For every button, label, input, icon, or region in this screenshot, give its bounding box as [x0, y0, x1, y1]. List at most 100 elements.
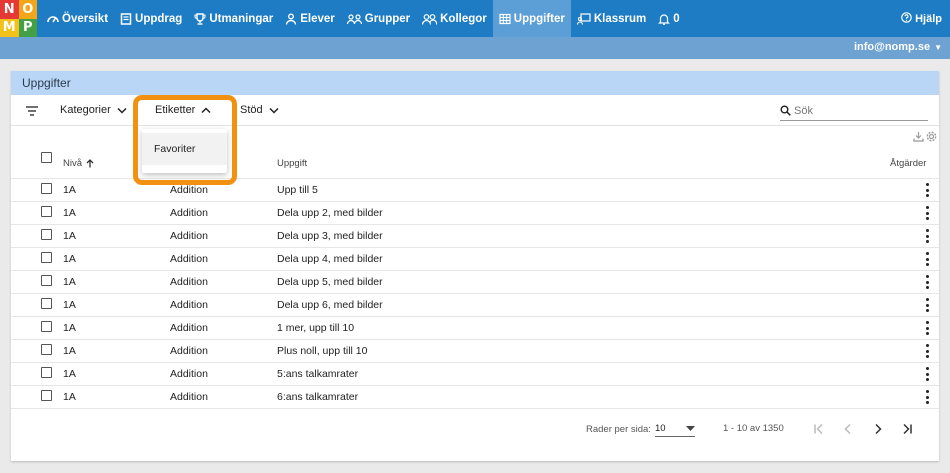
table-row[interactable]: 1A Addition 1 mer, upp till 10	[11, 317, 939, 340]
table-row[interactable]: 1A Addition Plus noll, upp till 10	[11, 340, 939, 363]
menu-item-favoriter[interactable]: Favoriter	[142, 133, 227, 165]
nav-item-notifications[interactable]: 0	[652, 0, 685, 37]
table-row[interactable]: 1A Addition 5:ans talkamrater	[11, 363, 939, 386]
stod-dropdown[interactable]: Stöd	[240, 104, 279, 116]
help-icon	[901, 11, 912, 26]
row-category: Addition	[170, 345, 208, 357]
row-category: Addition	[170, 184, 208, 196]
search-field[interactable]	[780, 101, 928, 121]
nav-item-utmaningar[interactable]: Utmaningar	[188, 0, 279, 37]
more-options-icon[interactable]	[926, 344, 930, 358]
row-task: 5:ans talkamrater	[277, 368, 359, 380]
more-options-icon[interactable]	[926, 321, 930, 335]
nav-item-label: Klassrum	[593, 12, 647, 25]
table-row[interactable]: 1A Addition Dela upp 3, med bilder	[11, 225, 939, 248]
more-options-icon[interactable]	[926, 206, 930, 220]
table-tools	[913, 131, 939, 142]
nav-item-klassrum[interactable]: Klassrum	[571, 0, 652, 37]
row-category: Addition	[170, 322, 208, 334]
caret-down-icon: ▼	[934, 42, 942, 52]
row-level: 1A	[63, 368, 76, 380]
nomp-logo[interactable]: N O M P	[0, 0, 37, 37]
nav-item-label: Uppdrag	[135, 12, 183, 25]
table-row[interactable]: 1A Addition 6:ans talkamrater	[11, 386, 939, 409]
colleagues-icon	[422, 13, 438, 25]
pagination: Rader per sida: 10 1 - 10 av 1350	[11, 416, 939, 444]
user-bar: info@nomp.se ▼	[0, 37, 950, 59]
row-level: 1A	[63, 391, 76, 403]
nav-item-label: Utmaningar	[209, 12, 274, 25]
etiketter-dropdown[interactable]: Etiketter	[155, 104, 211, 116]
row-level: 1A	[63, 345, 76, 357]
nav-item-elever[interactable]: Elever	[279, 0, 341, 37]
more-options-icon[interactable]	[926, 390, 930, 404]
gear-icon[interactable]	[926, 131, 937, 142]
nav-item-kollegor[interactable]: Kollegor	[416, 0, 493, 37]
last-page-icon[interactable]	[899, 421, 915, 437]
help-label: Hjälp	[915, 12, 942, 25]
stod-label: Stöd	[240, 104, 263, 116]
kategorier-dropdown[interactable]: Kategorier	[60, 104, 127, 116]
table-row[interactable]: 1A Addition Dela upp 6, med bilder	[11, 294, 939, 317]
rows-per-page-select[interactable]: 10	[655, 421, 695, 437]
more-options-icon[interactable]	[926, 298, 930, 312]
nav-item-oversikt[interactable]: Översikt	[41, 0, 114, 37]
row-checkbox[interactable]	[41, 252, 52, 263]
first-page-icon[interactable]	[811, 421, 827, 437]
nav-item-label: Elever	[300, 12, 335, 25]
row-checkbox[interactable]	[41, 344, 52, 355]
row-level: 1A	[63, 299, 76, 311]
nav-item-uppgifter[interactable]: Uppgifter	[492, 0, 571, 37]
more-options-icon[interactable]	[926, 229, 930, 243]
more-options-icon[interactable]	[926, 367, 930, 381]
row-task: Dela upp 5, med bilder	[277, 276, 383, 288]
bell-icon	[658, 13, 671, 25]
help-link[interactable]: Hjälp	[901, 0, 942, 37]
row-checkbox[interactable]	[41, 390, 52, 401]
nav-item-label: Kollegor	[440, 12, 487, 25]
row-task: Dela upp 6, med bilder	[277, 299, 383, 311]
table-row[interactable]: 1A Addition Upp till 5	[11, 179, 939, 202]
download-icon[interactable]	[913, 131, 924, 142]
rows-per-page-value: 10	[655, 423, 666, 434]
row-level: 1A	[63, 322, 76, 334]
search-input[interactable]	[794, 104, 914, 117]
etiketter-menu: Favoriter	[142, 129, 227, 173]
more-options-icon[interactable]	[926, 252, 930, 266]
row-level: 1A	[63, 230, 76, 242]
card-header: Uppgifter	[11, 71, 939, 95]
filter-icon[interactable]	[25, 104, 39, 122]
filter-toolbar: Kategorier Etiketter Stöd	[11, 95, 939, 126]
column-header-task[interactable]: Uppgift	[277, 158, 307, 169]
grid-icon	[499, 13, 511, 25]
row-checkbox[interactable]	[41, 229, 52, 240]
notification-count: 0	[673, 12, 680, 25]
table-row[interactable]: 1A Addition Dela upp 5, med bilder	[11, 271, 939, 294]
more-options-icon[interactable]	[926, 275, 930, 289]
dashboard-icon	[47, 13, 59, 25]
nav-item-uppdrag[interactable]: Uppdrag	[114, 0, 188, 37]
row-task: Plus noll, upp till 10	[277, 345, 368, 357]
chevron-down-icon	[269, 107, 279, 114]
row-checkbox[interactable]	[41, 183, 52, 194]
user-menu[interactable]: info@nomp.se ▼	[854, 41, 942, 53]
row-level: 1A	[63, 207, 76, 219]
table-row[interactable]: 1A Addition Dela upp 2, med bilder	[11, 202, 939, 225]
pagination-range: 1 - 10 av 1350	[723, 423, 784, 434]
select-all-checkbox[interactable]	[41, 152, 52, 163]
row-category: Addition	[170, 207, 208, 219]
table-row[interactable]: 1A Addition Dela upp 4, med bilder	[11, 248, 939, 271]
row-checkbox[interactable]	[41, 206, 52, 217]
row-checkbox[interactable]	[41, 321, 52, 332]
column-header-level[interactable]: Nivå	[63, 158, 94, 169]
nav-item-grupper[interactable]: Grupper	[341, 0, 416, 37]
row-category: Addition	[170, 368, 208, 380]
more-options-icon[interactable]	[926, 183, 930, 197]
arrow-up-icon	[86, 159, 94, 168]
row-checkbox[interactable]	[41, 367, 52, 378]
person-icon	[285, 13, 297, 25]
next-page-icon[interactable]	[870, 421, 886, 437]
previous-page-icon[interactable]	[840, 421, 856, 437]
row-checkbox[interactable]	[41, 298, 52, 309]
row-checkbox[interactable]	[41, 275, 52, 286]
